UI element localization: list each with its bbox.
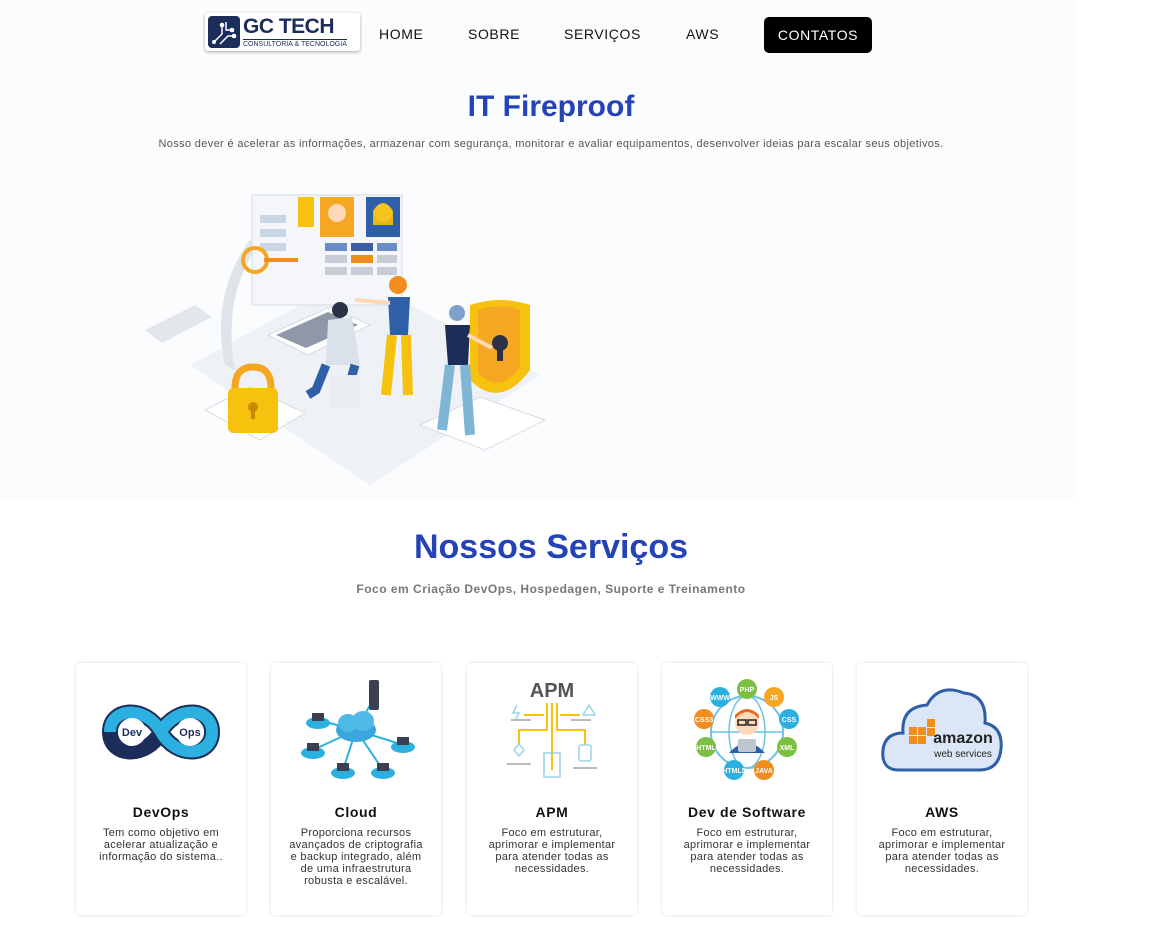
card-description: Proporciona recursos avançados de cripto… <box>289 827 423 887</box>
devops-infinity-icon: Dev Ops <box>101 704 221 760</box>
developer-languages-icon: PHP JS CSS XML JAVA HTML5 HTML CSS3 WWW <box>694 679 799 780</box>
card-title: Dev de Software <box>688 804 806 820</box>
logo-subtitle: CONSULTORIA & TECNOLOGIA <box>243 38 347 48</box>
services-subtitle: Foco em Criação DevOps, Hospedagen, Supo… <box>356 582 746 596</box>
css3-label: CSS3 <box>695 717 713 724</box>
service-card-aws[interactable]: amazon web services AWS Foco em estrutur… <box>857 663 1027 915</box>
apm-icon-label: APM <box>530 680 574 702</box>
nav-sobre[interactable]: SOBRE <box>468 26 520 42</box>
services-title: Nossos Serviços <box>413 528 689 566</box>
contatos-button[interactable]: CONTATOS <box>764 17 872 53</box>
card-title: AWS <box>925 804 959 820</box>
java-label: JAVA <box>755 768 773 775</box>
card-title: Cloud <box>334 804 378 820</box>
service-card-apm[interactable]: APM APM Foco em estruturar, aprimorar e … <box>467 663 637 915</box>
aws-amazon-label: amazon <box>933 730 993 747</box>
card-description: Foco em estruturar, aprimorar e implemen… <box>488 827 616 875</box>
card-description: Foco em estruturar, aprimorar e implemen… <box>878 827 1006 875</box>
card-description: Tem como objetivo em acelerar atualizaçã… <box>99 827 223 863</box>
logo-title: GC TECH <box>243 14 334 38</box>
devops-dev-label: Dev <box>122 727 143 739</box>
www-label: WWW <box>710 695 730 702</box>
nav-servicos[interactable]: SERVIÇOS <box>564 26 641 42</box>
php-label: PHP <box>740 687 755 694</box>
card-description: Foco em estruturar, aprimorar e implemen… <box>683 827 811 875</box>
circuit-logo-icon <box>208 16 240 48</box>
aws-web-services-label: web services <box>933 749 992 760</box>
service-card-cloud[interactable]: Cloud Proporciona recursos avançados de … <box>271 663 441 915</box>
security-team-illustration <box>145 194 547 485</box>
xml-label: XML <box>780 745 796 752</box>
html-label: HTML <box>696 745 716 752</box>
js-label: JS <box>770 695 779 702</box>
nav-aws[interactable]: AWS <box>686 26 719 42</box>
hero-description: Nosso dever é acelerar as informações, a… <box>158 138 944 150</box>
aws-cloud-icon: amazon web services <box>881 688 1003 772</box>
hero-title: IT Fireproof <box>467 90 635 123</box>
card-title: APM <box>535 804 569 820</box>
css-label: CSS <box>782 717 797 724</box>
service-card-dev-software[interactable]: PHP JS CSS XML JAVA HTML5 HTML CSS3 WWW … <box>662 663 832 915</box>
nav-home[interactable]: HOME <box>379 26 423 42</box>
service-card-devops[interactable]: Dev Ops DevOps Tem como objetivo em acel… <box>76 663 246 915</box>
apm-diagram-icon: APM <box>507 680 597 778</box>
cloud-network-icon <box>301 680 415 779</box>
site-logo[interactable]: GC TECH CONSULTORIA & TECNOLOGIA <box>205 13 360 51</box>
devops-ops-label: Ops <box>179 727 200 739</box>
card-title: DevOps <box>132 804 190 820</box>
html5-label: HTML5 <box>722 768 745 775</box>
